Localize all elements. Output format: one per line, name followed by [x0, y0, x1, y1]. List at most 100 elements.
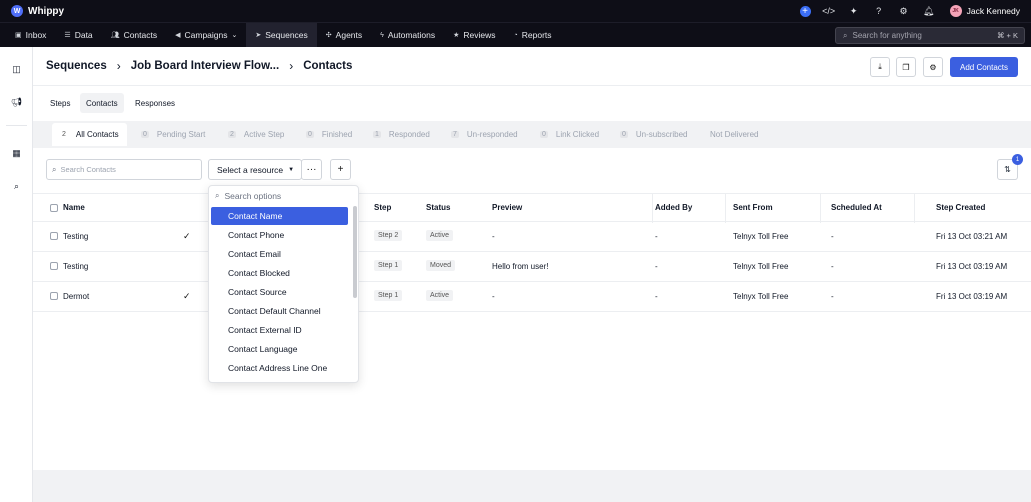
option-contact-external-id[interactable]: Contact External ID: [211, 321, 348, 339]
search-contacts-input[interactable]: [60, 165, 191, 174]
nav-item-reports[interactable]: ◔ Reports: [505, 23, 561, 48]
filter-un-responded[interactable]: 7 Un-responded: [451, 123, 518, 146]
filter-label: Un-responded: [466, 130, 518, 139]
preview-text: -: [492, 232, 495, 241]
contact-name[interactable]: Testing: [63, 232, 88, 241]
option-contact-blocked[interactable]: Contact Blocked: [211, 264, 348, 282]
sent-from: Telnyx Toll Free: [733, 292, 789, 301]
panel-toggle-icon[interactable]: ◫: [10, 63, 23, 76]
filter-all-contacts[interactable]: 2 All Contacts: [52, 123, 127, 146]
bell-icon[interactable]: 🔔︎: [922, 4, 936, 18]
filter-not-delivered[interactable]: Not Delivered: [710, 123, 758, 146]
options-search[interactable]: ⌕: [209, 186, 358, 206]
select-all-checkbox[interactable]: [50, 204, 58, 212]
column-header-step[interactable]: Step: [374, 203, 391, 212]
column-header-step-created[interactable]: Step Created: [936, 203, 985, 212]
sort-icon: ⇅: [1004, 165, 1011, 174]
create-plus-icon[interactable]: +: [799, 5, 811, 17]
megaphone-icon[interactable]: 📢︎: [10, 96, 23, 109]
preview-text: Hello from user!: [492, 262, 549, 271]
column-header-scheduled-at[interactable]: Scheduled At: [831, 203, 882, 212]
more-options-button[interactable]: ···: [301, 159, 322, 180]
help-icon[interactable]: ?: [872, 4, 886, 18]
nav-item-data[interactable]: ☰ Data: [55, 23, 101, 48]
add-contacts-button[interactable]: Add Contacts: [950, 57, 1018, 77]
row-checkbox[interactable]: [50, 232, 58, 240]
tab-steps[interactable]: Steps: [44, 93, 76, 113]
megaphone-icon: ◀: [175, 32, 181, 39]
layout-icon[interactable]: ▦: [10, 147, 23, 160]
filter-finished[interactable]: 0 Finished: [306, 123, 352, 146]
column-divider: [820, 194, 821, 223]
nav-label: Contacts: [123, 30, 158, 40]
step-badge: Step 1: [374, 290, 403, 301]
sent-from: Telnyx Toll Free: [733, 232, 789, 241]
resource-select[interactable]: Select a resource ▼: [208, 159, 302, 180]
nav-item-agents[interactable]: ✣ Agents: [317, 23, 371, 48]
nav-item-automations[interactable]: ϟ Automations: [371, 23, 444, 48]
option-contact-phone[interactable]: Contact Phone: [211, 226, 348, 244]
column-header-name[interactable]: Name: [63, 203, 85, 212]
table-row[interactable]: Dermot ✓ Step 1 Active - - Telnyx Toll F…: [33, 282, 1031, 312]
chevron-down-icon: ▼: [288, 166, 295, 173]
breadcrumb-sequences[interactable]: Sequences: [46, 60, 107, 72]
ellipsis-icon: ···: [306, 164, 317, 175]
chevron-down-icon: ⌄: [231, 32, 238, 39]
nav-item-campaigns[interactable]: ◀ Campaigns ⌄: [166, 23, 246, 48]
contact-name[interactable]: Testing: [63, 262, 88, 271]
filter-link-clicked[interactable]: 0 Link Clicked: [540, 123, 599, 146]
filter-responded[interactable]: 1 Responded: [373, 123, 430, 146]
column-header-added-by[interactable]: Added By: [655, 203, 692, 212]
sent-from: Telnyx Toll Free: [733, 262, 789, 271]
sidebar-divider: [6, 125, 27, 126]
nav-item-inbox[interactable]: ▣ Inbox: [6, 23, 55, 48]
filter-count: 0: [306, 131, 314, 138]
puzzle-icon[interactable]: ✦: [847, 4, 861, 18]
dropdown-scrollbar[interactable]: [353, 206, 357, 298]
filter-unsubscribed[interactable]: 0 Un-subscribed: [620, 123, 687, 146]
filter-label: Responded: [388, 130, 430, 139]
option-contact-default-channel[interactable]: Contact Default Channel: [211, 302, 348, 320]
global-search[interactable]: ⌕ ⌘ + K: [835, 27, 1025, 44]
download-button[interactable]: ⤓: [870, 57, 890, 77]
user-menu[interactable]: JK Jack Kennedy: [949, 5, 1020, 17]
search-icon: ⌕: [52, 164, 57, 174]
column-header-preview[interactable]: Preview: [492, 203, 522, 212]
column-header-status[interactable]: Status: [426, 203, 450, 212]
option-contact-name[interactable]: Contact Name: [211, 207, 348, 225]
add-filter-button[interactable]: +: [330, 159, 351, 180]
main-nav: ▣ Inbox ☰ Data 👥︎ Contacts ◀ Campaigns ⌄ ➤ Seq…: [0, 22, 1031, 48]
search-options-input[interactable]: [224, 191, 335, 201]
tab-responses[interactable]: Responses: [129, 93, 181, 113]
tab-contacts[interactable]: Contacts: [80, 93, 124, 113]
row-checkbox[interactable]: [50, 262, 58, 270]
option-contact-source[interactable]: Contact Source: [211, 283, 348, 301]
table-row[interactable]: Testing Step 1 Moved Hello from user! - …: [33, 252, 1031, 282]
code-icon[interactable]: </>: [822, 4, 836, 18]
nav-item-contacts[interactable]: 👥︎ Contacts: [102, 23, 166, 48]
step-created: Fri 13 Oct 03:19 AM: [936, 292, 1008, 301]
brand[interactable]: W Whippy: [11, 5, 64, 17]
top-bar: W Whippy + </> ✦ ? ⚙ 🔔︎ JK Jack Kennedy: [0, 0, 1031, 22]
agents-icon: ✣: [325, 32, 332, 39]
row-checkbox[interactable]: [50, 292, 58, 300]
resource-select-value: Select a resource: [217, 164, 284, 175]
breadcrumb-sequence-name[interactable]: Job Board Interview Flow...: [131, 60, 279, 72]
contact-name[interactable]: Dermot: [63, 292, 89, 301]
global-search-input[interactable]: [852, 31, 983, 40]
filter-pending-start[interactable]: 0 Pending Start: [141, 123, 205, 146]
option-contact-address-line-one[interactable]: Contact Address Line One: [211, 359, 348, 377]
contact-search[interactable]: ⌕: [46, 159, 202, 180]
settings-button[interactable]: ⚙: [923, 57, 943, 77]
option-contact-email[interactable]: Contact Email: [211, 245, 348, 263]
table-row[interactable]: Testing ✓ Step 2 Active - - Telnyx Toll …: [33, 222, 1031, 252]
copy-button[interactable]: ❐: [896, 57, 916, 77]
sequence-tabs: Steps Contacts Responses: [33, 86, 1031, 121]
nav-item-reviews[interactable]: ★ Reviews: [444, 23, 504, 48]
option-contact-language[interactable]: Contact Language: [211, 340, 348, 358]
column-header-sent-from[interactable]: Sent From: [733, 203, 773, 212]
settings-gear-icon[interactable]: ⚙: [897, 4, 911, 18]
nav-item-sequences[interactable]: ➤ Sequences: [246, 22, 317, 48]
search-icon[interactable]: ⌕: [10, 180, 23, 193]
filter-active-step[interactable]: 2 Active Step: [228, 123, 284, 146]
